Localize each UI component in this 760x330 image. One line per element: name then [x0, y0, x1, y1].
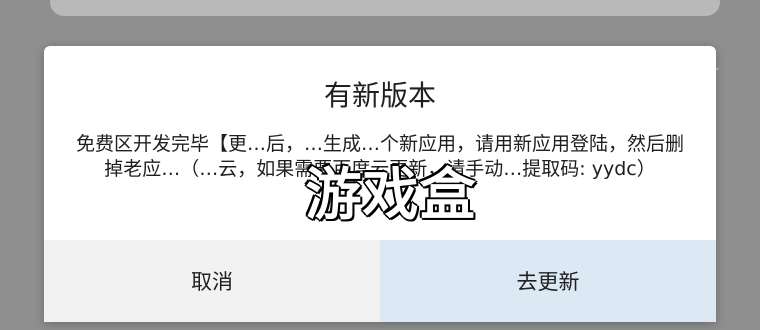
update-button[interactable]: 去更新 [380, 240, 716, 322]
update-dialog: 有新版本 免费区开发完毕【更…后，…生成…个新应用，请用新应用登陆，然后删掉老应… [44, 46, 716, 322]
dialog-actions: 取消 去更新 [44, 240, 716, 322]
cancel-button[interactable]: 取消 [44, 240, 380, 322]
watermark-overlay: 游戏盒 [305, 163, 477, 228]
background-top-bar [50, 0, 720, 16]
dialog-title: 有新版本 [323, 79, 436, 112]
